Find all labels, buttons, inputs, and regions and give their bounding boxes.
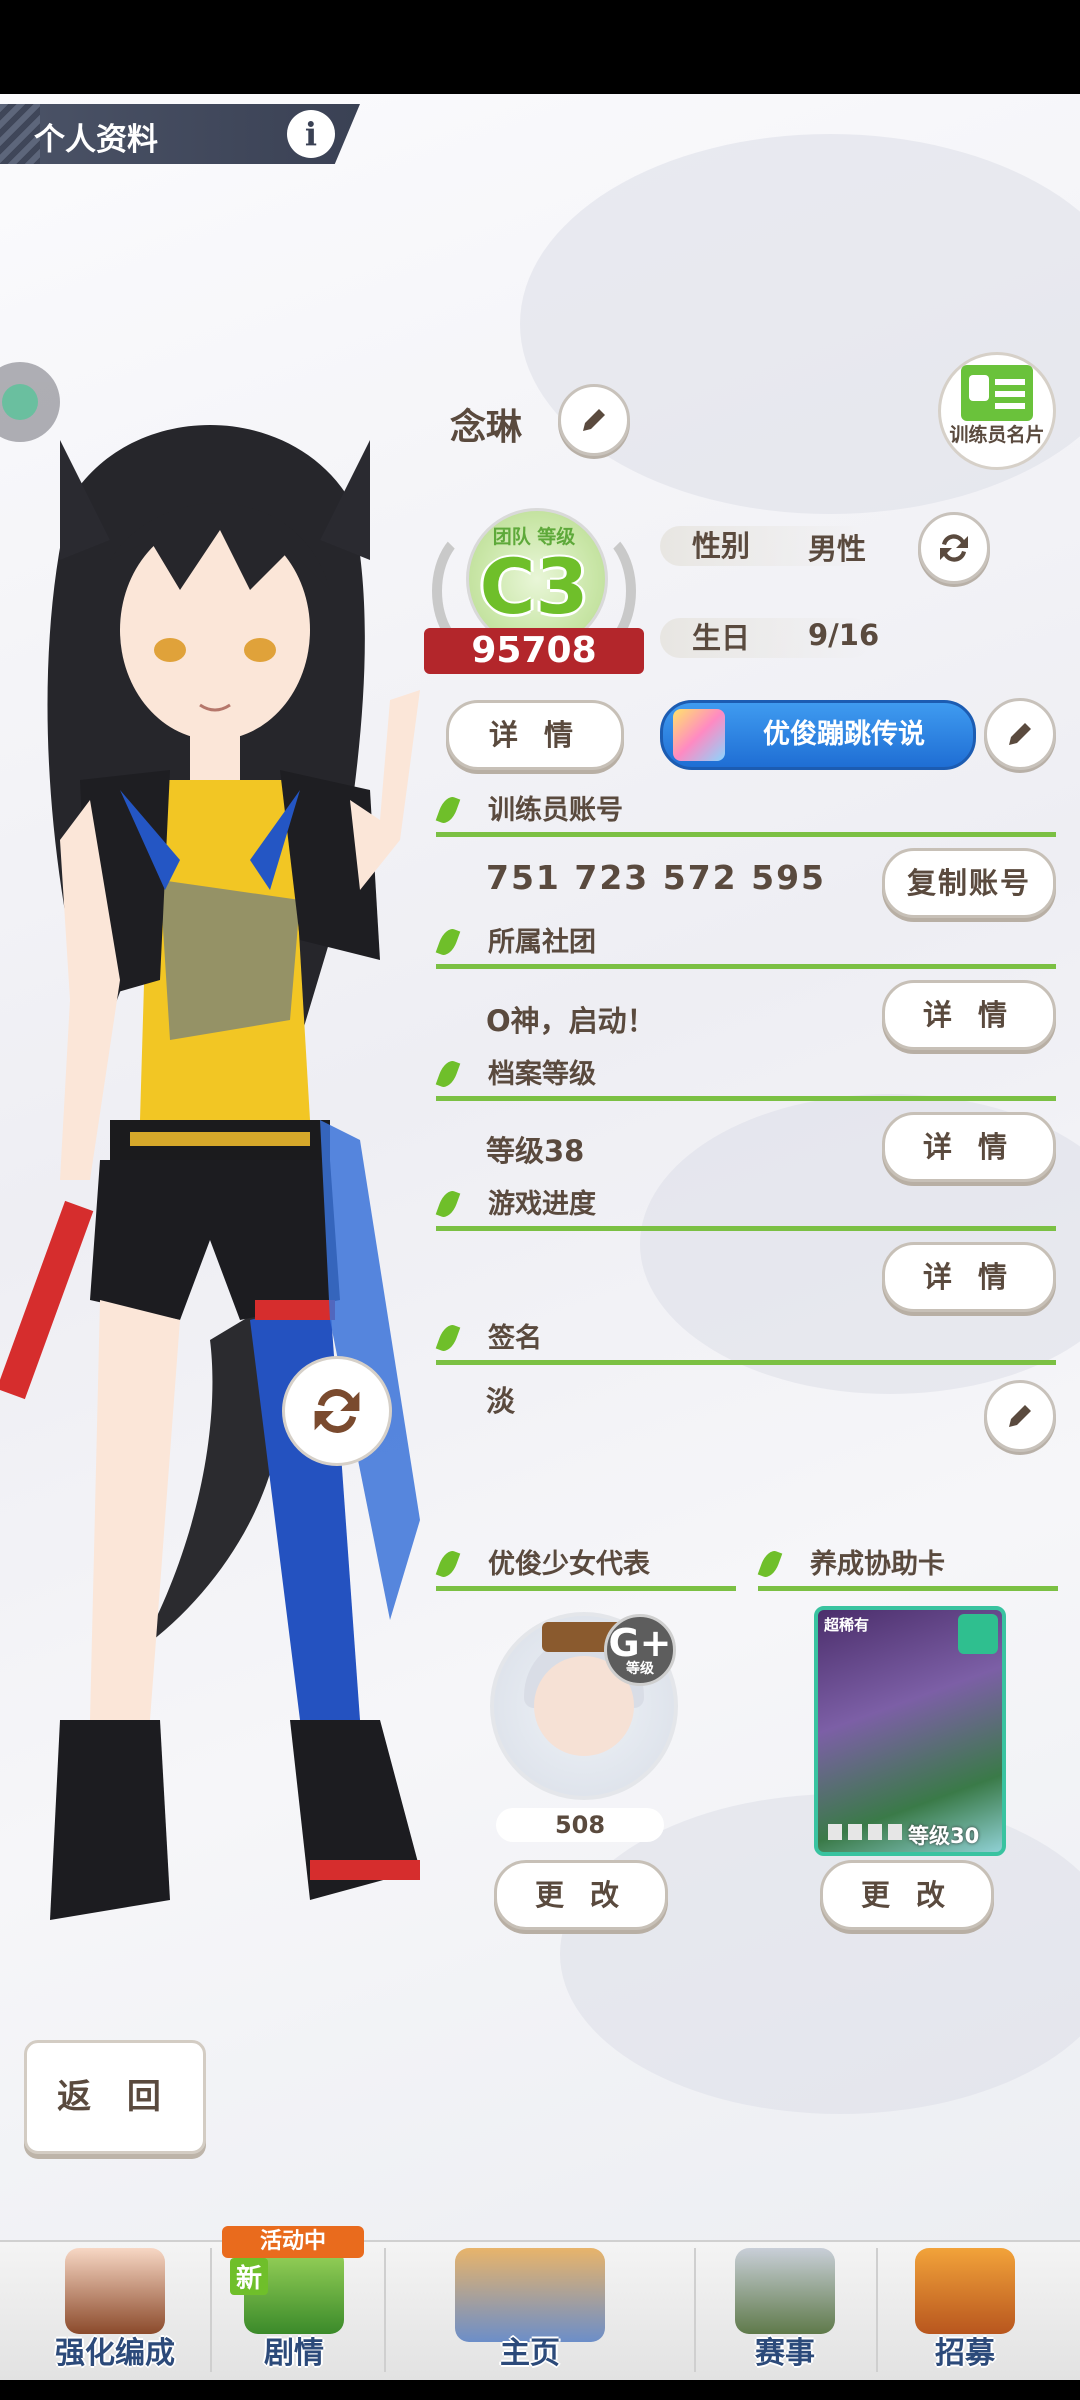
limit-break-indicator <box>828 1824 908 1840</box>
gacha-icon <box>915 2248 1015 2334</box>
section-title: 档案等级 <box>488 1059 596 1090</box>
title-icon <box>673 709 725 761</box>
section-title: 游戏进度 <box>488 1189 596 1220</box>
leaf-icon <box>435 1058 461 1090</box>
pencil-icon <box>583 409 605 431</box>
pencil-icon <box>1009 1405 1031 1427</box>
change-support-card-button[interactable]: 更 改 <box>820 1860 994 1930</box>
profile-level-value: 等级38 <box>486 1134 585 1168</box>
switch-gender-button[interactable] <box>918 512 990 584</box>
card-type-icon <box>958 1614 998 1654</box>
representative-rating: 508 <box>496 1808 664 1842</box>
trainer-card-label: 训练员名片 <box>949 424 1045 446</box>
nav-label: 招募 <box>935 2336 995 2371</box>
enhance-icon <box>65 2248 165 2334</box>
leaf-icon <box>435 1188 461 1220</box>
swap-icon <box>314 1389 360 1433</box>
nav-label: 强化编成 <box>55 2336 175 2371</box>
section-profile-level: 档案等级 <box>435 1054 1056 1101</box>
rank-score: 95708 <box>424 628 644 674</box>
race-icon <box>735 2248 835 2334</box>
nav-divider <box>384 2248 386 2372</box>
trainer-card-button[interactable]: 训练员名片 <box>938 352 1056 470</box>
edit-signature-button[interactable] <box>984 1380 1056 1452</box>
page-title: 个人资料 <box>34 122 158 158</box>
nav-label: 主页 <box>500 2336 560 2371</box>
section-account: 训练员账号 <box>435 790 1056 837</box>
birthday-value: 9/16 <box>808 618 880 652</box>
section-support-card: 养成协助卡 <box>757 1544 1058 1591</box>
section-game-progress: 游戏进度 <box>435 1184 1056 1231</box>
swap-icon <box>940 534 968 562</box>
signature-text: 淡 <box>486 1384 516 1418</box>
id-card-icon <box>961 365 1033 421</box>
info-icon[interactable]: i <box>287 110 335 158</box>
event-badge: 活动中 <box>222 2226 364 2258</box>
profile-level-details-button[interactable]: 详 情 <box>882 1112 1056 1182</box>
status-bar <box>0 0 1080 94</box>
nav-divider <box>694 2248 696 2372</box>
leaf-icon <box>757 1548 783 1580</box>
section-title: 签名 <box>488 1323 542 1354</box>
club-details-button[interactable]: 详 情 <box>882 980 1056 1050</box>
team-rank-badge: 团队 等级 C3 95708 <box>424 488 644 684</box>
nav-label: 赛事 <box>755 2336 815 2371</box>
rarity-label: 超稀有 <box>824 1616 870 1634</box>
trainer-name: 念琳 <box>450 407 523 448</box>
edit-title-button[interactable] <box>984 698 1056 770</box>
nav-divider <box>210 2248 212 2372</box>
nav-home[interactable]: 主页 <box>410 2240 650 2380</box>
grade-badge: G+ 等级 <box>604 1614 676 1686</box>
section-representative: 优俊少女代表 <box>435 1544 736 1591</box>
grade-value: G+ <box>608 1621 672 1665</box>
nav-race[interactable]: 赛事 <box>700 2240 870 2380</box>
support-card-level: 等级30 <box>908 1824 980 1848</box>
leaf-icon <box>435 1548 461 1580</box>
section-title: 养成协助卡 <box>810 1549 945 1580</box>
support-card-thumbnail[interactable]: 超稀有 等级30 <box>814 1606 1006 1856</box>
section-title: 优俊少女代表 <box>488 1549 650 1580</box>
back-button[interactable]: 返 回 <box>24 2040 206 2154</box>
section-title: 所属社团 <box>488 927 596 958</box>
nav-label: 剧情 <box>264 2336 324 2371</box>
club-name: O神，启动！ <box>486 1004 656 1038</box>
title-badge-button[interactable]: 优俊蹦跳传说 <box>660 700 976 770</box>
account-number: 751 723 572 595 <box>486 858 827 897</box>
nav-enhance[interactable]: 强化编成 <box>30 2240 200 2380</box>
copy-account-button[interactable]: 复制账号 <box>882 848 1056 918</box>
pencil-icon <box>1009 723 1031 745</box>
title-label: 优俊蹦跳传说 <box>763 719 925 750</box>
leaf-icon <box>435 1322 461 1354</box>
nav-divider <box>876 2248 878 2372</box>
nav-gacha[interactable]: 招募 <box>880 2240 1050 2380</box>
leaf-icon <box>435 926 461 958</box>
section-club: 所属社团 <box>435 922 1056 969</box>
section-title: 训练员账号 <box>488 795 623 826</box>
progress-details-button[interactable]: 详 情 <box>882 1242 1056 1312</box>
grade-label: 等级 <box>626 1661 654 1677</box>
new-badge: 新 <box>230 2258 269 2295</box>
rank-details-button[interactable]: 详 情 <box>446 700 624 770</box>
rank-grade: C3 <box>479 542 589 631</box>
change-representative-button[interactable]: 更 改 <box>494 1860 668 1930</box>
system-nav-bar <box>0 2380 1080 2400</box>
section-signature: 签名 <box>435 1318 1056 1365</box>
leaf-icon <box>435 794 461 826</box>
gender-value: 男性 <box>808 532 867 566</box>
swap-character-button[interactable] <box>282 1356 392 1466</box>
edit-name-button[interactable] <box>558 384 630 456</box>
